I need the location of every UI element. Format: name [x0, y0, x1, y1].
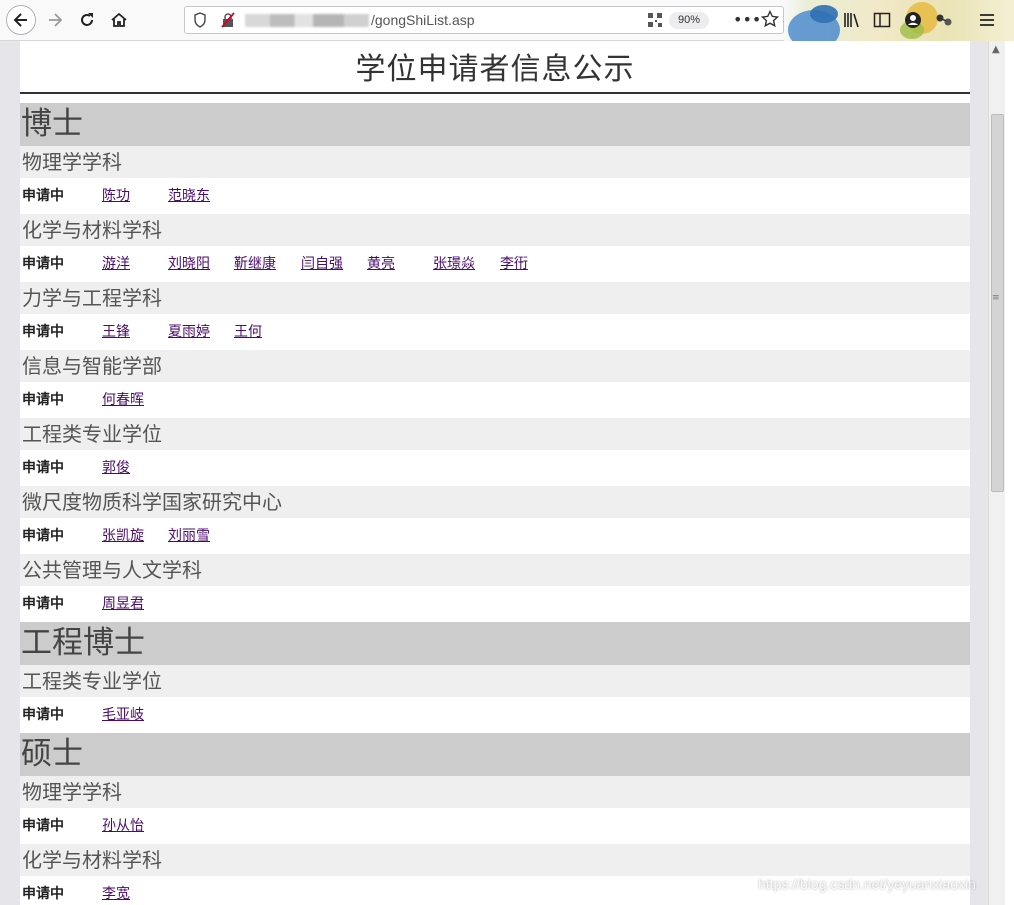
menu-hamburger-icon[interactable] — [977, 10, 997, 30]
applicant-row: 申请中 张凯旋 刘丽雪 — [20, 518, 970, 554]
address-bar[interactable]: /gongShiList.asp 90% ••• — [184, 6, 784, 34]
applicant-link[interactable]: 张凯旋 — [102, 518, 144, 554]
degree-heading: 博士 — [20, 103, 970, 146]
applicant-link[interactable]: 李衎 — [500, 246, 528, 282]
subject-heading: 物理学学科 — [20, 146, 970, 178]
status-label: 申请中 — [22, 460, 64, 476]
shield-icon[interactable] — [191, 11, 209, 29]
scrollbar-thumb[interactable] — [991, 114, 1004, 492]
url-host-redacted — [245, 14, 369, 27]
applicant-link[interactable]: 郭俊 — [102, 450, 130, 486]
applicant-row: 申请中 陈功 范晓东 — [20, 178, 970, 214]
browser-toolbar: /gongShiList.asp 90% ••• — [0, 0, 1014, 41]
page-content: 学位申请者信息公示 博士 物理学学科 申请中 陈功 范晓东 化学与材料学科 申请中 游洋 刘晓阳… — [20, 41, 970, 905]
applicant-link[interactable]: 王锋 — [102, 314, 130, 350]
scrollbar-grip-icon: ≡ — [992, 293, 1000, 303]
applicant-row: 申请中 郭俊 — [20, 450, 970, 486]
status-label: 申请中 — [22, 528, 64, 544]
reload-button[interactable] — [72, 5, 102, 35]
applicant-list: 博士 物理学学科 申请中 陈功 范晓东 化学与材料学科 申请中 游洋 刘晓阳 靳继康 闫自强 黄亮 张璟… — [20, 103, 970, 905]
applicant-link[interactable]: 何春晖 — [102, 382, 144, 418]
applicant-row: 申请中 孙从怡 — [20, 808, 970, 844]
applicant-row: 申请中 游洋 刘晓阳 靳继康 闫自强 黄亮 张璟焱 李衎 — [20, 246, 970, 282]
degree-heading: 工程博士 — [20, 622, 970, 665]
applicant-row: 申请中 何春晖 — [20, 382, 970, 418]
status-label: 申请中 — [22, 324, 64, 340]
applicant-link[interactable]: 张璟焱 — [433, 246, 475, 282]
applicant-link[interactable]: 周昱君 — [102, 586, 144, 622]
applicant-row: 申请中 王锋 夏雨婷 王何 — [20, 314, 970, 350]
forward-button[interactable] — [40, 5, 70, 35]
bookmark-star-icon[interactable] — [761, 10, 779, 28]
subject-heading: 信息与智能学部 — [20, 350, 970, 382]
applicant-link[interactable]: 刘晓阳 — [168, 246, 210, 282]
subject-heading: 工程类专业学位 — [20, 418, 970, 450]
applicant-link[interactable]: 范晓东 — [168, 178, 210, 214]
reload-icon — [81, 13, 93, 26]
applicant-link[interactable]: 游洋 — [102, 246, 130, 282]
status-label: 申请中 — [22, 188, 64, 204]
applicant-link[interactable]: 孙从怡 — [102, 808, 144, 844]
subject-heading: 化学与材料学科 — [20, 214, 970, 246]
applicant-link[interactable]: 王何 — [234, 314, 262, 350]
status-label: 申请中 — [22, 596, 64, 612]
subject-heading: 化学与材料学科 — [20, 844, 970, 876]
library-icon[interactable] — [842, 10, 862, 30]
account-icon[interactable] — [903, 10, 923, 30]
url-path: /gongShiList.asp — [371, 12, 475, 28]
vertical-scrollbar[interactable]: ▲ ≡ — [988, 41, 1005, 905]
arrow-right-icon — [49, 13, 63, 27]
subject-heading: 物理学学科 — [20, 776, 970, 808]
back-button[interactable] — [6, 5, 36, 35]
applicant-link[interactable]: 靳继康 — [234, 246, 276, 282]
subject-heading: 工程类专业学位 — [20, 665, 970, 697]
page-actions-icon[interactable]: ••• — [733, 10, 761, 29]
status-label: 申请中 — [22, 818, 64, 834]
applicant-link[interactable]: 毛亚岐 — [102, 697, 144, 733]
status-label: 申请中 — [22, 256, 64, 272]
degree-heading: 硕士 — [20, 733, 970, 776]
subject-heading: 公共管理与人文学科 — [20, 554, 970, 586]
arrow-left-icon — [13, 13, 27, 27]
applicant-row: 申请中 毛亚岐 — [20, 697, 970, 733]
subject-heading: 力学与工程学科 — [20, 282, 970, 314]
status-label: 申请中 — [22, 886, 64, 902]
watermark: https://blog.csdn.net/yeyuanxiaoxin — [758, 876, 976, 892]
applicant-link[interactable]: 陈功 — [102, 178, 130, 214]
applicant-link[interactable]: 李宽 — [102, 876, 130, 905]
status-label: 申请中 — [22, 392, 64, 408]
applicant-link[interactable]: 闫自强 — [301, 246, 343, 282]
home-icon — [111, 12, 127, 27]
sidebar-icon[interactable] — [872, 10, 892, 30]
insecure-lock-icon[interactable] — [219, 11, 237, 29]
qr-code-icon[interactable] — [647, 12, 663, 28]
home-button[interactable] — [104, 5, 134, 35]
extension-icon[interactable] — [934, 10, 954, 30]
applicant-link[interactable]: 夏雨婷 — [168, 314, 210, 350]
status-label: 申请中 — [22, 707, 64, 723]
subject-heading: 微尺度物质科学国家研究中心 — [20, 486, 970, 518]
applicant-link[interactable]: 刘丽雪 — [168, 518, 210, 554]
applicant-link[interactable]: 黄亮 — [367, 246, 395, 282]
applicant-row: 申请中 周昱君 — [20, 586, 970, 622]
page-title: 学位申请者信息公示 — [20, 41, 970, 94]
zoom-level-button[interactable]: 90% — [669, 12, 709, 29]
scroll-up-arrow-icon[interactable]: ▲ — [992, 44, 1000, 55]
